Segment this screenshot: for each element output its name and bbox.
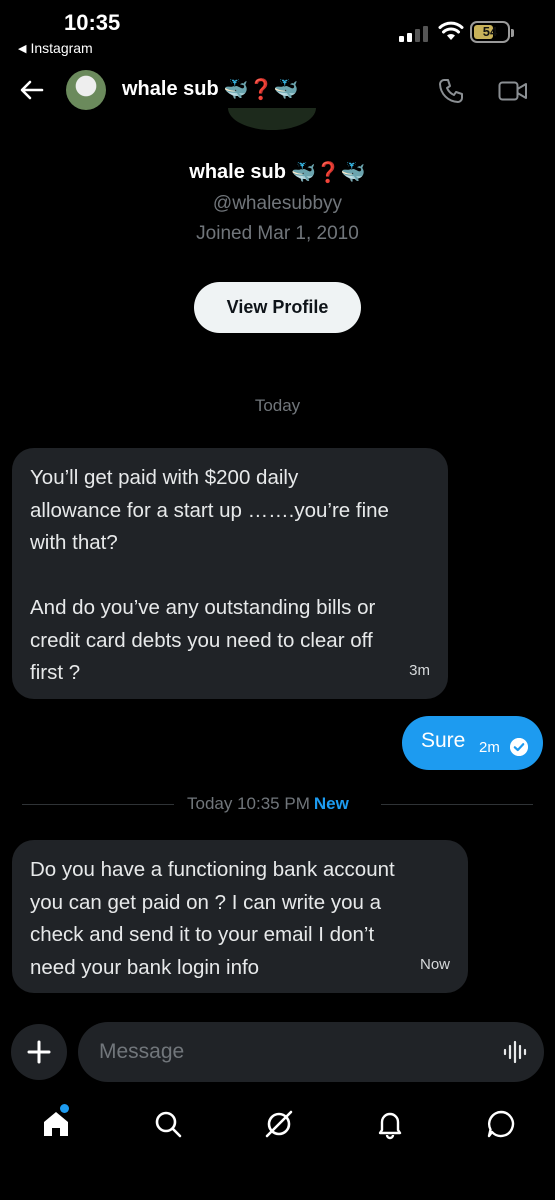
add-media-button[interactable] — [11, 1024, 67, 1080]
bottom-tab-bar — [0, 1100, 555, 1150]
back-arrow-icon[interactable] — [18, 76, 46, 104]
profile-joined: Joined Mar 1, 2010 — [196, 223, 359, 244]
home-notification-dot — [60, 1104, 69, 1113]
profile-avatar-peek — [228, 108, 316, 130]
message-composer — [0, 1022, 555, 1082]
notifications-icon[interactable] — [374, 1108, 406, 1140]
message-time: 3m — [409, 661, 430, 679]
back-to-app-link[interactable]: ◀ Instagram — [18, 40, 93, 56]
message-bubble-outgoing[interactable]: Sure 2m — [402, 716, 543, 770]
new-badge: New — [313, 794, 349, 813]
profile-summary: whale sub 🐳❓🐳 @whalesubbyy Joined Mar 1,… — [0, 160, 555, 245]
header-emoji: 🐳❓🐳 — [223, 79, 299, 101]
search-icon[interactable] — [152, 1108, 184, 1140]
status-time: 10:35 — [64, 10, 121, 35]
message-time: Now — [419, 955, 450, 973]
header-name-text: whale sub — [122, 78, 219, 100]
avatar[interactable] — [66, 70, 106, 110]
message-bubble-incoming[interactable]: Do you have a functioning bank account y… — [12, 840, 468, 993]
view-profile-button[interactable]: View Profile — [194, 282, 361, 333]
message-input[interactable] — [78, 1022, 544, 1082]
battery-level: 54 — [482, 24, 498, 39]
status-bar: 10:35 ◀ Instagram 54 — [0, 0, 555, 62]
grok-icon[interactable] — [263, 1108, 295, 1140]
voice-message-icon[interactable] — [502, 1040, 528, 1064]
message-time: 2m — [479, 739, 500, 756]
battery-icon: 54 — [470, 21, 514, 43]
header-title[interactable]: whale sub 🐳❓🐳 — [122, 77, 298, 102]
profile-name-emoji: 🐳❓🐳 — [290, 162, 366, 184]
message-text: Sure — [421, 729, 466, 752]
day-separator: Today — [254, 396, 301, 415]
messages-icon[interactable] — [485, 1108, 517, 1140]
wifi-icon — [438, 21, 464, 40]
back-app-label: Instagram — [30, 40, 93, 56]
read-check-icon — [510, 738, 528, 756]
phone-icon[interactable] — [438, 78, 464, 104]
home-icon[interactable] — [40, 1108, 72, 1140]
message-bubble-incoming[interactable]: You’ll get paid with $200 daily allowanc… — [12, 448, 448, 699]
signal-icon — [399, 26, 428, 42]
back-triangle-icon: ◀ — [18, 42, 27, 55]
video-icon[interactable] — [498, 80, 528, 102]
message-text: You’ll get paid with $200 daily allowanc… — [30, 466, 389, 684]
new-separator-label: Today 10:35 PM New — [187, 794, 349, 814]
plus-icon — [27, 1040, 51, 1064]
profile-name-text: whale sub — [189, 161, 286, 183]
new-messages-separator: Today 10:35 PM New — [22, 794, 533, 816]
new-separator-time: Today 10:35 PM — [187, 794, 310, 813]
profile-handle: @whalesubbyy — [212, 193, 343, 214]
divider — [22, 804, 174, 805]
divider — [381, 804, 533, 805]
message-text: Do you have a functioning bank account y… — [30, 858, 395, 979]
profile-name: whale sub 🐳❓🐳 — [0, 160, 555, 185]
